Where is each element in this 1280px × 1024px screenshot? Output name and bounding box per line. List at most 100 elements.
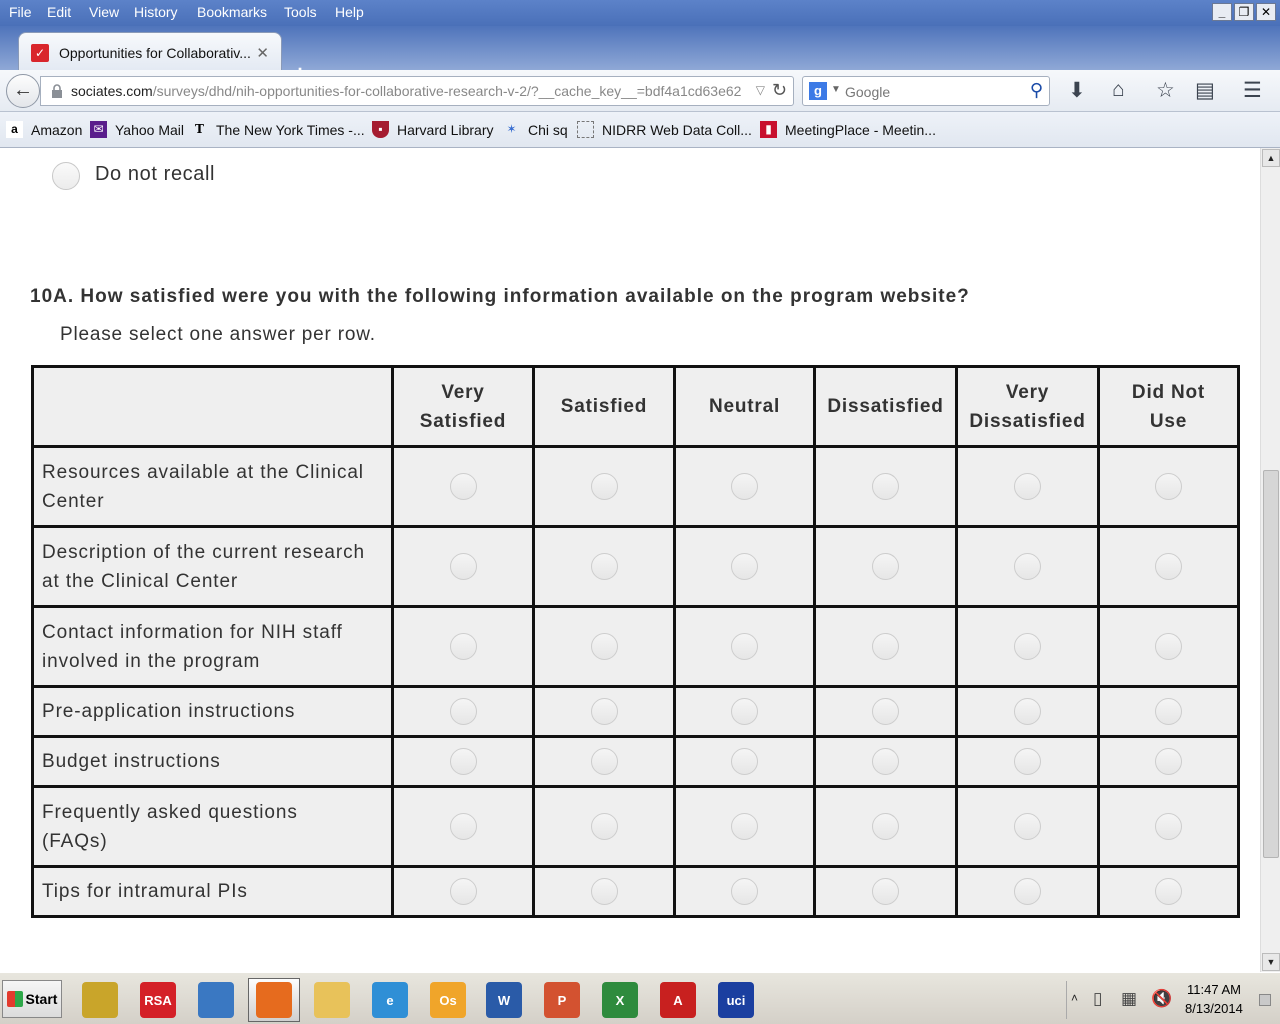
minimize-button[interactable]: _ bbox=[1212, 3, 1232, 21]
do-not-recall-radio[interactable] bbox=[52, 162, 80, 190]
radio-neutral[interactable] bbox=[731, 748, 758, 775]
radio-dissatisfied[interactable] bbox=[872, 748, 899, 775]
reading-list-icon[interactable]: ▤ bbox=[1195, 78, 1215, 103]
radio-neutral[interactable] bbox=[731, 633, 758, 660]
radio-satisfied[interactable] bbox=[590, 633, 618, 660]
taskbar-app[interactable]: uci bbox=[710, 978, 762, 1022]
start-button[interactable]: Start bbox=[2, 980, 62, 1018]
device-icon[interactable]: ▯ bbox=[1093, 989, 1102, 1009]
clock-date[interactable]: 8/13/2014 bbox=[1185, 1001, 1243, 1016]
url-dropdown-icon[interactable]: ▽ bbox=[756, 83, 765, 97]
bookmark-nidrr[interactable]: NIDRR Web Data Coll... bbox=[577, 121, 752, 138]
search-bar[interactable]: g ▼ Google ⚲ bbox=[802, 76, 1050, 106]
radio-did-not-use[interactable] bbox=[1155, 473, 1182, 500]
radio-dissatisfied[interactable] bbox=[872, 553, 899, 580]
radio-neutral[interactable] bbox=[731, 473, 758, 500]
taskbar-app[interactable] bbox=[248, 978, 300, 1022]
tab-active[interactable]: ✓ Opportunities for Collaborativ... ✕ bbox=[18, 32, 282, 70]
radio-dissatisfied[interactable] bbox=[872, 473, 899, 500]
menu-hamburger-icon[interactable]: ☰ bbox=[1243, 78, 1262, 103]
restore-button[interactable]: ❐ bbox=[1234, 3, 1254, 21]
radio-neutral[interactable] bbox=[731, 553, 758, 580]
bookmark-chi-sq[interactable]: ✶ Chi sq bbox=[503, 121, 567, 138]
menu-bookmarks[interactable]: Bookmarks bbox=[197, 4, 267, 20]
taskbar-app[interactable] bbox=[190, 978, 242, 1022]
radio-very-satisfied[interactable] bbox=[449, 878, 477, 905]
tab-close-icon[interactable]: ✕ bbox=[256, 44, 269, 62]
search-magnifier-icon[interactable]: ⚲ bbox=[1030, 80, 1043, 101]
menu-edit[interactable]: Edit bbox=[47, 4, 71, 20]
speaker-muted-icon[interactable]: 🔇 bbox=[1151, 989, 1172, 1009]
search-input[interactable]: Google bbox=[845, 84, 890, 100]
radio-did-not-use[interactable] bbox=[1155, 878, 1182, 905]
radio-neutral[interactable] bbox=[731, 878, 758, 905]
radio-satisfied[interactable] bbox=[590, 553, 618, 580]
bookmark-yahoo-mail[interactable]: ✉ Yahoo Mail bbox=[90, 121, 184, 138]
menu-help[interactable]: Help bbox=[335, 4, 364, 20]
show-desktop-button[interactable] bbox=[1259, 994, 1271, 1006]
menu-file[interactable]: File bbox=[9, 4, 32, 20]
radio-did-not-use[interactable] bbox=[1155, 748, 1182, 775]
menu-history[interactable]: History bbox=[134, 4, 178, 20]
taskbar-app[interactable]: X bbox=[594, 978, 646, 1022]
radio-very-satisfied[interactable] bbox=[449, 553, 477, 580]
radio-satisfied[interactable] bbox=[590, 748, 618, 775]
radio-very-satisfied[interactable] bbox=[449, 813, 477, 840]
menu-view[interactable]: View bbox=[89, 4, 119, 20]
bookmark-amazon[interactable]: a Amazon bbox=[6, 121, 82, 138]
bookmark-nyt[interactable]: T The New York Times -... bbox=[191, 121, 365, 138]
radio-dissatisfied[interactable] bbox=[872, 633, 899, 660]
url-bar[interactable]: sociates.com/surveys/dhd/nih-opportuniti… bbox=[40, 76, 794, 106]
bookmark-star-icon[interactable]: ☆ bbox=[1156, 78, 1175, 103]
radio-very-dissatisfied[interactable] bbox=[1014, 633, 1041, 660]
radio-did-not-use[interactable] bbox=[1155, 698, 1182, 725]
url-text[interactable]: sociates.com/surveys/dhd/nih-opportuniti… bbox=[71, 83, 741, 99]
home-icon[interactable]: ⌂ bbox=[1112, 78, 1125, 102]
radio-satisfied[interactable] bbox=[590, 878, 618, 905]
radio-satisfied[interactable] bbox=[590, 473, 618, 500]
radio-dissatisfied[interactable] bbox=[872, 813, 899, 840]
tray-expand-icon[interactable]: ˄ bbox=[1071, 991, 1078, 1005]
radio-very-satisfied[interactable] bbox=[449, 748, 477, 775]
radio-very-dissatisfied[interactable] bbox=[1014, 698, 1041, 725]
radio-did-not-use[interactable] bbox=[1155, 553, 1182, 580]
taskbar-app[interactable]: W bbox=[478, 978, 530, 1022]
radio-dissatisfied[interactable] bbox=[872, 698, 899, 725]
vertical-scrollbar[interactable]: ▲ ▼ bbox=[1260, 148, 1280, 972]
radio-neutral[interactable] bbox=[731, 813, 758, 840]
bookmark-harvard-library[interactable]: ▪ Harvard Library bbox=[372, 121, 493, 138]
network-icon[interactable]: ▦ bbox=[1121, 989, 1137, 1009]
radio-satisfied[interactable] bbox=[590, 813, 618, 840]
radio-very-dissatisfied[interactable] bbox=[1014, 748, 1041, 775]
radio-very-satisfied[interactable] bbox=[449, 633, 477, 660]
menu-tools[interactable]: Tools bbox=[284, 4, 317, 20]
close-window-button[interactable]: ✕ bbox=[1256, 3, 1276, 21]
taskbar-app[interactable] bbox=[306, 978, 358, 1022]
back-button[interactable]: ← bbox=[6, 74, 40, 108]
radio-very-dissatisfied[interactable] bbox=[1014, 553, 1041, 580]
radio-did-not-use[interactable] bbox=[1155, 813, 1182, 840]
search-engine-dropdown-icon[interactable]: ▼ bbox=[831, 84, 841, 95]
taskbar-app[interactable]: P bbox=[536, 978, 588, 1022]
taskbar-app[interactable]: RSA bbox=[132, 978, 184, 1022]
radio-very-satisfied[interactable] bbox=[449, 698, 477, 725]
taskbar-app[interactable]: A bbox=[652, 978, 704, 1022]
radio-dissatisfied[interactable] bbox=[872, 878, 899, 905]
scroll-down-arrow-icon[interactable]: ▼ bbox=[1262, 953, 1280, 971]
scroll-up-arrow-icon[interactable]: ▲ bbox=[1262, 149, 1280, 167]
taskbar-app[interactable]: e bbox=[364, 978, 416, 1022]
taskbar-app[interactable]: Os bbox=[422, 978, 474, 1022]
scroll-thumb[interactable] bbox=[1263, 470, 1279, 858]
clock-time[interactable]: 11:47 AM bbox=[1187, 982, 1241, 997]
radio-neutral[interactable] bbox=[731, 698, 758, 725]
taskbar-app[interactable] bbox=[74, 978, 126, 1022]
radio-satisfied[interactable] bbox=[590, 698, 618, 725]
reload-icon[interactable]: ↻ bbox=[772, 80, 787, 101]
radio-very-dissatisfied[interactable] bbox=[1014, 813, 1041, 840]
radio-very-dissatisfied[interactable] bbox=[1014, 878, 1041, 905]
radio-very-dissatisfied[interactable] bbox=[1014, 473, 1041, 500]
download-icon[interactable]: ⬇ bbox=[1068, 78, 1086, 103]
google-icon[interactable]: g bbox=[809, 82, 827, 100]
radio-very-satisfied[interactable] bbox=[449, 473, 477, 500]
bookmark-meetingplace[interactable]: ▮ MeetingPlace - Meetin... bbox=[760, 121, 936, 138]
